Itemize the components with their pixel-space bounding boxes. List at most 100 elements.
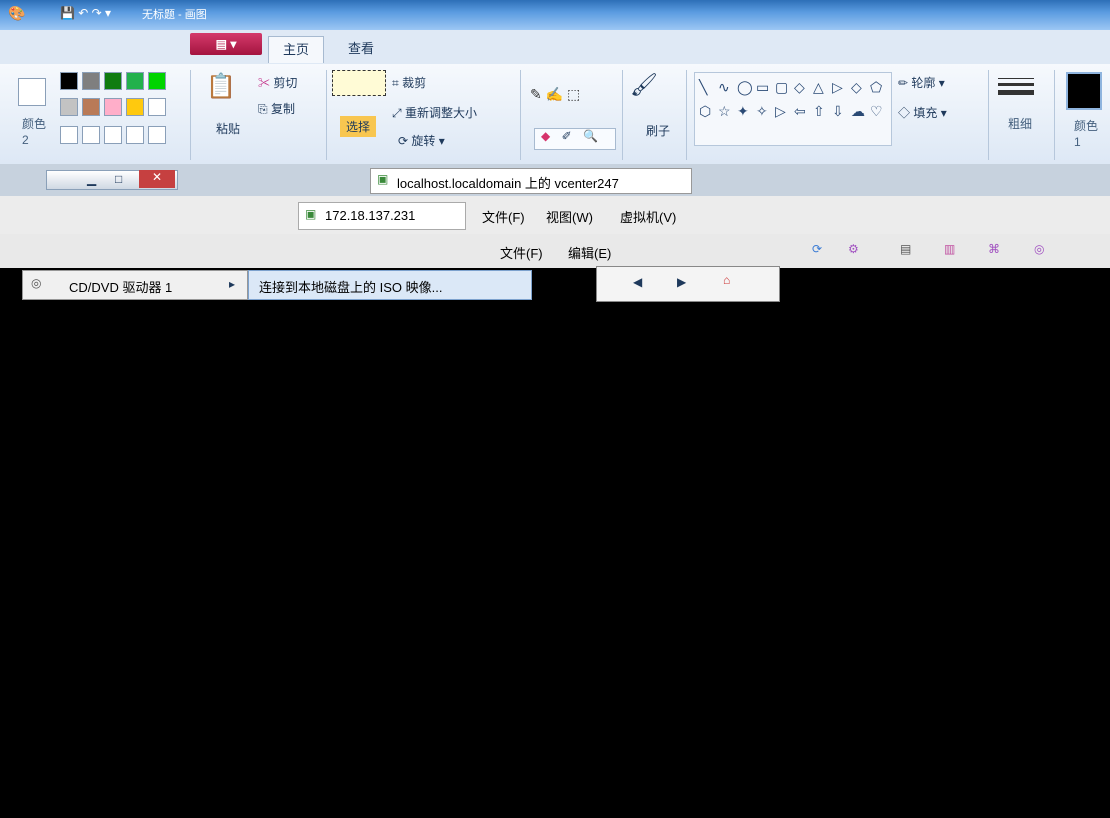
menu-file[interactable]: 文件(F) bbox=[482, 207, 525, 226]
paste-button[interactable]: 粘贴 bbox=[216, 120, 240, 137]
close-icon[interactable]: ✕ bbox=[139, 170, 175, 188]
quick-access-toolbar[interactable]: 💾 ↶ ↷ ▾ bbox=[60, 6, 111, 20]
cd-dvd-drive-label: CD/DVD 驱动器 1 bbox=[69, 280, 173, 295]
custom-color-swatch[interactable] bbox=[104, 126, 122, 144]
shape-item-icon[interactable]: ☆ bbox=[718, 103, 731, 120]
color-picker-icon[interactable]: ✐ bbox=[562, 129, 572, 143]
resize-button[interactable]: ⤢ 重新调整大小 bbox=[392, 104, 477, 121]
palette-color-swatch[interactable] bbox=[60, 98, 78, 116]
forward-icon[interactable]: ▶ bbox=[677, 275, 686, 289]
size-icon[interactable] bbox=[998, 74, 1034, 99]
resize-label: 重新调整大小 bbox=[404, 106, 477, 120]
context-menu-item[interactable]: ◎ CD/DVD 驱动器 1 ▸ bbox=[22, 270, 248, 300]
home-icon[interactable]: ⌂ bbox=[723, 273, 730, 287]
maximize-icon[interactable]: □ bbox=[115, 172, 122, 186]
palette-color-swatch[interactable] bbox=[82, 98, 100, 116]
shape-item-icon[interactable]: ⇩ bbox=[832, 103, 844, 120]
group-separator bbox=[190, 70, 191, 160]
custom-color-swatch[interactable] bbox=[126, 126, 144, 144]
shape-item-icon[interactable]: ╲ bbox=[699, 79, 707, 96]
shape-item-icon[interactable]: ☁ bbox=[851, 103, 865, 120]
scissors-icon: ✂ bbox=[258, 76, 271, 90]
palette-color-swatch[interactable] bbox=[104, 98, 122, 116]
shapes-gallery[interactable]: ╲ ∿ ◯ ▭ ▢ ◇ △ ▷ ◇ ⬠ ⬡ ☆ ✦ ✧ ▷ ⇦ ⇧ ⇩ ☁ ♡ bbox=[694, 72, 892, 146]
shape-item-icon[interactable]: ⇦ bbox=[794, 103, 806, 120]
vm-console-tab[interactable]: ▣ localhost.localdomain 上的 vcenter247 bbox=[370, 168, 692, 194]
shape-item-icon[interactable]: ▭ bbox=[756, 79, 769, 96]
shape-item-icon[interactable]: ♡ bbox=[870, 103, 883, 120]
select-button[interactable]: 选择 bbox=[340, 116, 377, 137]
host-address: 172.18.137.231 bbox=[325, 208, 416, 223]
size-button[interactable]: 粗细 bbox=[1008, 116, 1032, 132]
palette-color-swatch[interactable] bbox=[82, 72, 100, 90]
disc-icon: ◎ bbox=[31, 276, 42, 290]
color1-label: 颜色 1 bbox=[1074, 119, 1099, 149]
brushes-button[interactable]: 刷子 bbox=[646, 122, 670, 139]
paint-app-icon[interactable]: 🎨 bbox=[8, 5, 25, 22]
copy-label: 复制 bbox=[270, 102, 295, 116]
palette-color-swatch[interactable] bbox=[126, 72, 144, 90]
custom-color-swatch[interactable] bbox=[82, 126, 100, 144]
minimize-icon[interactable]: ▁ bbox=[87, 172, 96, 186]
copy-button[interactable]: ⎘ 复制 bbox=[258, 100, 295, 117]
ribbon-tab-strip bbox=[0, 30, 1110, 65]
shape-item-icon[interactable]: ✧ bbox=[756, 103, 768, 120]
shape-item-icon[interactable]: ▢ bbox=[775, 79, 788, 96]
shape-item-icon[interactable]: ◇ bbox=[794, 79, 805, 96]
rotate-button[interactable]: ⟳ 旋转 ▾ bbox=[398, 132, 445, 149]
palette-color-swatch[interactable] bbox=[60, 72, 78, 90]
context-submenu-item[interactable]: 连接到本地磁盘上的 ISO 映像... bbox=[248, 270, 532, 300]
eraser-icon[interactable]: ◆ bbox=[541, 129, 550, 143]
cd-icon[interactable]: ◎ bbox=[1034, 242, 1044, 256]
vm-window-title: localhost.localdomain 上的 vcenter247 bbox=[397, 176, 619, 191]
menu-view[interactable]: 视图(W) bbox=[546, 207, 593, 226]
palette-color-swatch[interactable] bbox=[104, 72, 122, 90]
custom-color-swatch[interactable] bbox=[148, 126, 166, 144]
menu-vm[interactable]: 虚拟机(V) bbox=[620, 207, 676, 226]
custom-color-swatch[interactable] bbox=[60, 126, 78, 144]
snapshot-icon[interactable]: ▤ bbox=[900, 242, 911, 256]
color2-label: 颜色 2 bbox=[22, 117, 47, 147]
rotate-icon: ⟳ bbox=[398, 134, 409, 148]
menu-file-2[interactable]: 文件(F) bbox=[500, 243, 543, 262]
tab-home[interactable]: 主页 bbox=[268, 36, 325, 63]
outline-button[interactable]: ✏ 轮廓 ▾ bbox=[898, 74, 945, 91]
paint-menu-button[interactable]: ▤ ▾ bbox=[190, 33, 262, 55]
shape-item-icon[interactable]: ✦ bbox=[737, 103, 749, 120]
back-icon[interactable]: ◀ bbox=[633, 275, 642, 289]
vsphere-client-titlebar: ▁ □ ✕ ▣ localhost.localdomain 上的 vcenter… bbox=[0, 164, 1110, 196]
select-icon[interactable] bbox=[332, 70, 386, 96]
shape-item-icon[interactable]: ⬠ bbox=[870, 79, 882, 96]
paste-icon[interactable]: 📋 bbox=[206, 72, 236, 101]
shape-item-icon[interactable]: ▷ bbox=[832, 79, 843, 96]
pencil-icon[interactable]: ✎ ✍ ⬚ bbox=[530, 86, 580, 103]
tab-view[interactable]: 查看 bbox=[334, 36, 388, 62]
crop-button[interactable]: ⌗ 裁剪 bbox=[392, 74, 426, 91]
settings-icon[interactable]: ⚙ bbox=[848, 242, 859, 256]
palette-color-swatch[interactable] bbox=[148, 98, 166, 116]
color1-swatch[interactable] bbox=[1066, 72, 1102, 110]
color2-swatch[interactable] bbox=[18, 78, 46, 106]
brush-icon[interactable]: 🖌 bbox=[630, 72, 658, 98]
menu-edit[interactable]: 编辑(E) bbox=[568, 243, 611, 262]
palette-color-swatch[interactable] bbox=[148, 72, 166, 90]
network-icon[interactable]: ⌘ bbox=[988, 242, 1000, 256]
console-icon[interactable]: ▥ bbox=[944, 242, 955, 256]
shape-item-icon[interactable]: ∿ bbox=[718, 79, 730, 96]
shape-item-icon[interactable]: ◯ bbox=[737, 79, 753, 96]
magnifier-icon[interactable]: 🔍 bbox=[583, 129, 598, 143]
palette-color-swatch[interactable] bbox=[126, 98, 144, 116]
refresh-icon[interactable]: ⟳ bbox=[812, 242, 822, 256]
fill-button[interactable]: ◇ 填充 ▾ bbox=[898, 104, 947, 121]
host-tab[interactable]: ▣ 172.18.137.231 bbox=[298, 202, 466, 230]
outline-icon: ✏ bbox=[898, 76, 909, 90]
cut-button[interactable]: ✂ 剪切 bbox=[258, 74, 297, 91]
shape-item-icon[interactable]: ▷ bbox=[775, 103, 786, 120]
shape-item-icon[interactable]: ⇧ bbox=[813, 103, 825, 120]
shape-item-icon[interactable]: △ bbox=[813, 79, 824, 96]
shape-item-icon[interactable]: ⬡ bbox=[699, 103, 711, 120]
submenu-arrow-icon: ▸ bbox=[229, 277, 236, 291]
shape-item-icon[interactable]: ◇ bbox=[851, 79, 862, 96]
group-separator bbox=[1054, 70, 1055, 160]
vm-icon: ▣ bbox=[377, 172, 389, 186]
